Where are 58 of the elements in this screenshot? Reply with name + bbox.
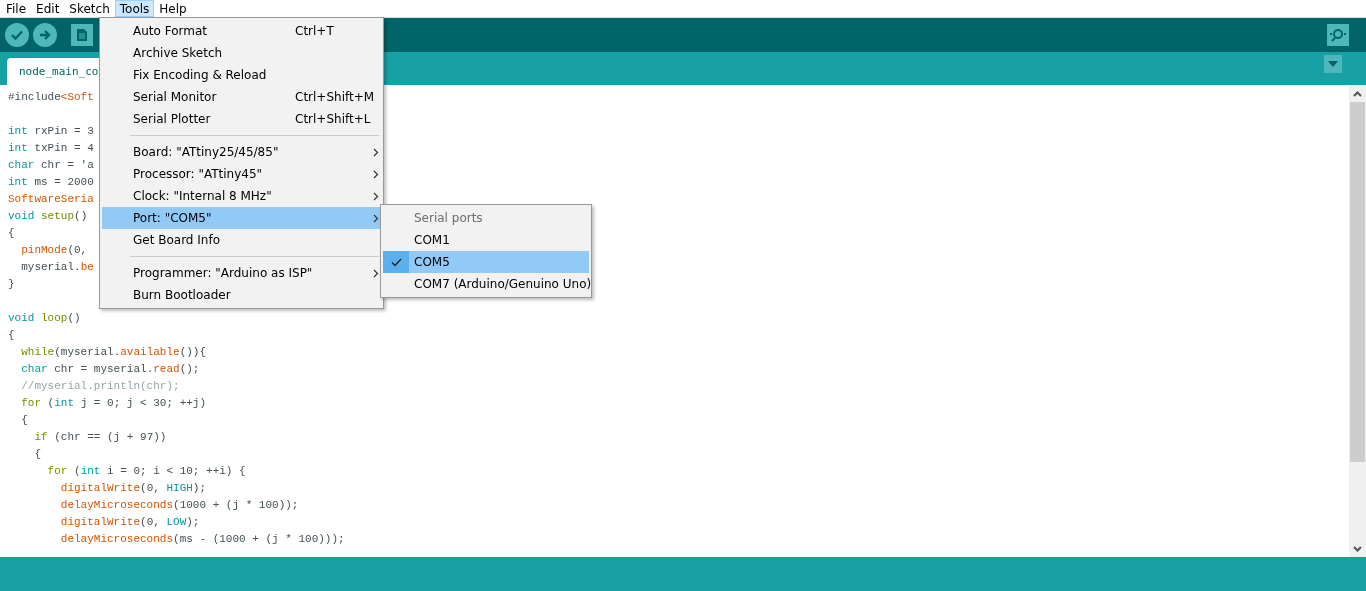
code-line: { [33,447,41,462]
menu-title[interactable]: Help [154,0,192,17]
code-line: if (chr == (j + 97)) [33,430,167,445]
code-line: { [8,328,15,343]
menu-item[interactable]: Burn Bootloader [102,284,381,306]
tab-menu-button[interactable] [1324,54,1342,73]
code-line: char chr = myserial.read(); [20,362,200,377]
menu-item[interactable]: Auto Format Ctrl+T [102,20,381,42]
chevron-up-icon[interactable] [1353,90,1362,97]
menu-title[interactable]: Tools [114,0,155,17]
code-line: int ms = 2000 [8,175,94,190]
code-line: pinMode(0, [20,243,88,258]
code-line: SoftwareSeria [8,192,94,207]
verify-button[interactable] [5,23,29,47]
code-line: { [20,413,28,428]
code-line: void setup() [8,209,88,224]
code-line: void loop() [8,311,81,326]
menu-title[interactable]: Sketch [64,0,115,17]
code-line: digitalWrite(0, HIGH); [59,481,207,496]
port-item[interactable]: COM5 [383,251,589,273]
code-line: int rxPin = 3 [8,124,94,139]
code-line: myserial.be [20,260,94,275]
code-line: #include<Soft [8,90,94,105]
code-line: delayMicroseconds(1000 + (j * 100)); [59,498,299,513]
code-line: delayMicroseconds(ms - (1000 + (j * 100))); [59,532,345,547]
check-icon [10,28,24,42]
code-line: while(myserial.available()){ [20,345,207,360]
new-button[interactable] [71,24,93,46]
menu-item[interactable]: Serial Monitor Ctrl+Shift+M [102,86,381,108]
menu-item[interactable]: Programmer: "Arduino as ISP" [102,262,381,284]
menu-item[interactable]: Serial Plotter Ctrl+Shift+L [102,108,381,130]
magnifier-icon [1329,28,1347,42]
caret-down-icon [1328,60,1338,67]
code-line: { [8,226,15,241]
menu-title[interactable]: Edit [31,0,65,17]
code-line: } [8,277,15,292]
menu-title[interactable]: File [1,0,32,17]
code-line: //myserial.println(chr); [20,379,180,394]
menu-item[interactable]: Processor: "ATtiny45" [102,163,381,185]
menu-item[interactable]: Port: "COM5" [102,207,381,229]
code-line: for (int j = 0; j < 30; ++j) [20,396,207,411]
menu-item[interactable]: Board: "ATtiny25/45/85" [102,141,381,163]
serial-monitor-button[interactable] [1327,24,1349,46]
upload-button[interactable] [33,23,57,47]
submenu-header: Serial ports [413,210,484,227]
code-line: for (int i = 0; i < 10; ++i) { [46,464,246,479]
menu-item[interactable]: Clock: "Internal 8 MHz" [102,185,381,207]
menu-item[interactable]: Get Board Info [102,229,381,251]
code-line: int txPin = 4 [8,141,94,156]
chevron-down-icon[interactable] [1353,545,1362,552]
document-icon [76,28,88,42]
port-item[interactable]: COM1 [383,229,589,251]
scrollbar[interactable] [1349,85,1366,557]
check-icon [390,257,402,267]
code-line: digitalWrite(0, LOW); [59,515,200,530]
arrow-right-icon [38,28,52,42]
port-item[interactable]: COM7 (Arduino/Genuino Uno) [383,273,589,295]
code-line: char chr = 'a [8,158,94,173]
